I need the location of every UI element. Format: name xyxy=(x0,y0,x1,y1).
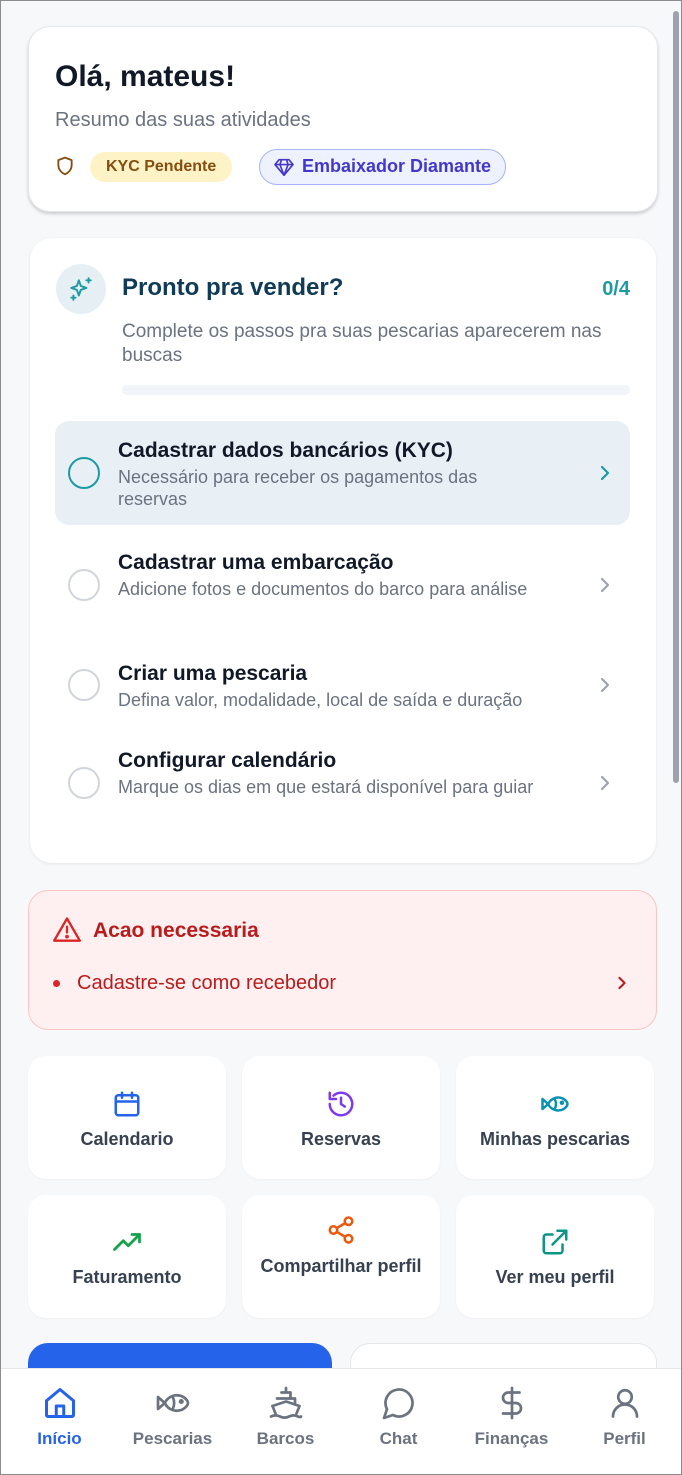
step-calendar[interactable]: Configurar calendário Marque os dias em … xyxy=(55,735,630,839)
chevron-right-icon[interactable] xyxy=(616,975,628,991)
chevron-right-icon xyxy=(600,577,610,593)
nav-label: Perfil xyxy=(603,1429,646,1448)
quick-action-label: Calendario xyxy=(80,1129,174,1149)
warning-icon xyxy=(53,917,81,942)
nav-item-pescarias[interactable]: Pescarias xyxy=(116,1369,229,1475)
step-status-circle xyxy=(68,669,100,701)
fish-icon xyxy=(156,1393,189,1413)
step-title: Cadastrar dados bancários (KYC) xyxy=(118,439,453,462)
action-required-alert: Acao necessaria Cadastre-se como recebed… xyxy=(28,890,657,1030)
quick-action-billing[interactable]: Faturamento xyxy=(28,1195,226,1318)
step-text: Adicione fotos e documentos do barco par… xyxy=(118,579,528,599)
nav-item-chat[interactable]: Chat xyxy=(342,1369,455,1475)
onboarding-progress-bar xyxy=(122,385,630,395)
bullet-dot xyxy=(53,980,60,987)
diamond-icon xyxy=(274,158,294,176)
ambassador-badge-label: Embaixador Diamante xyxy=(302,156,492,176)
nav-label: Barcos xyxy=(256,1429,315,1448)
sparkles-icon-container xyxy=(56,264,106,314)
kyc-status-badge: KYC Pendente xyxy=(90,152,233,182)
quick-action-label: Minhas pescarias xyxy=(479,1129,631,1149)
step-text: Marque os dias em que estará disponível … xyxy=(118,777,534,797)
chevron-right-icon xyxy=(600,677,610,693)
nav-item-inicio[interactable]: Início xyxy=(3,1369,116,1475)
trending-up-icon xyxy=(113,1233,141,1251)
quick-action-view-profile[interactable]: Ver meu perfil xyxy=(456,1195,654,1318)
external-link-icon xyxy=(542,1229,568,1255)
step-boat[interactable]: Cadastrar uma embarcação Adicione fotos … xyxy=(55,533,630,637)
nav-item-barcos[interactable]: Barcos xyxy=(229,1369,342,1475)
quick-action-share-profile[interactable]: Compartilhar perfil xyxy=(242,1195,440,1318)
nav-item-perfil[interactable]: Perfil xyxy=(568,1369,681,1475)
nav-item-financas[interactable]: Finanças xyxy=(455,1369,568,1475)
nav-label: Início xyxy=(37,1429,82,1448)
chevron-right-icon xyxy=(600,775,610,791)
step-status-circle xyxy=(68,457,100,489)
quick-action-reservations[interactable]: Reservas xyxy=(242,1056,440,1179)
greeting-title: Olá, mateus! xyxy=(55,60,236,93)
step-status-circle xyxy=(68,767,100,799)
onboarding-description: Complete os passos pra suas pescarias ap… xyxy=(122,321,602,366)
onboarding-progress-count: 0/4 xyxy=(602,278,630,300)
bottom-navigation: Início Pescarias Barcos Chat Finanças Pe… xyxy=(1,1368,681,1474)
greeting-subtitle: Resumo das suas atividades xyxy=(55,109,311,131)
quick-action-calendar[interactable]: Calendario xyxy=(28,1056,226,1179)
nav-label: Finanças xyxy=(474,1429,549,1448)
quick-action-label: Ver meu perfil xyxy=(495,1267,615,1287)
scrollbar[interactable] xyxy=(673,11,679,783)
chevron-right-icon xyxy=(600,465,610,481)
step-title: Configurar calendário xyxy=(118,749,337,772)
quick-action-label: Reservas xyxy=(300,1129,382,1149)
alert-title: Acao necessaria xyxy=(93,919,259,942)
quick-action-label: Compartilhar perfil xyxy=(260,1256,422,1276)
dollar-icon xyxy=(501,1386,522,1420)
step-fishing-trip[interactable]: Criar uma pescaria Defina valor, modalid… xyxy=(55,643,630,731)
onboarding-title: Pronto pra vender? xyxy=(122,274,344,301)
nav-label: Pescarias xyxy=(132,1429,213,1448)
nav-label: Chat xyxy=(379,1429,418,1448)
chat-icon xyxy=(382,1388,414,1420)
greeting-card: Olá, mateus! Resumo das suas atividades … xyxy=(28,26,658,212)
quick-action-label: Faturamento xyxy=(72,1267,182,1287)
step-title: Criar uma pescaria xyxy=(118,662,308,685)
step-status-circle xyxy=(68,569,100,601)
step-text: Necessário para receber os pagamentos da… xyxy=(118,467,478,509)
alert-item-link[interactable]: Cadastre-se como recebedor xyxy=(77,972,336,995)
home-icon xyxy=(44,1388,75,1418)
sparkles-icon xyxy=(70,277,92,301)
history-icon xyxy=(328,1091,354,1117)
calendar-icon xyxy=(114,1091,140,1117)
quick-action-my-trips[interactable]: Minhas pescarias xyxy=(456,1056,654,1179)
step-kyc[interactable]: Cadastrar dados bancários (KYC) Necessár… xyxy=(55,421,630,525)
onboarding-card: Pronto pra vender? 0/4 Complete os passo… xyxy=(30,238,656,863)
shield-icon xyxy=(57,156,73,176)
step-title: Cadastrar uma embarcação xyxy=(118,551,394,574)
user-icon xyxy=(611,1388,638,1418)
share-icon xyxy=(328,1216,354,1244)
ship-icon xyxy=(269,1386,302,1419)
ambassador-badge: Embaixador Diamante xyxy=(259,149,507,185)
step-text: Defina valor, modalidade, local de saída… xyxy=(118,690,523,710)
fish-icon xyxy=(541,1096,569,1112)
